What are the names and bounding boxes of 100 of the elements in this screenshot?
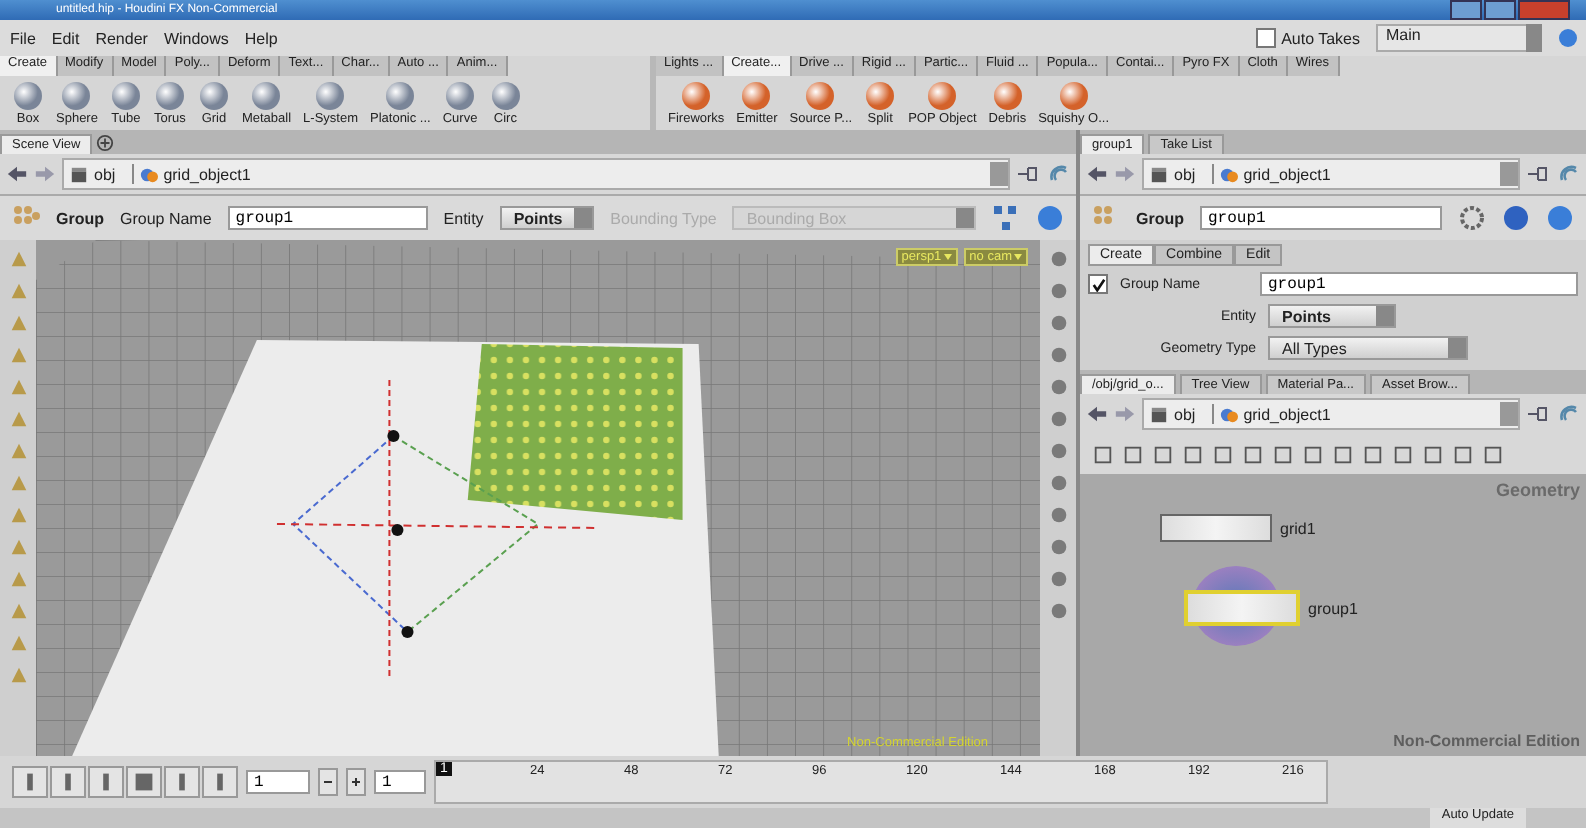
pin-icon[interactable] bbox=[1526, 404, 1550, 424]
path-field[interactable]: obj grid_object1 bbox=[1142, 398, 1520, 430]
toolbar-icon[interactable] bbox=[1302, 443, 1324, 465]
tool-icon[interactable] bbox=[1047, 440, 1069, 462]
tool-icon[interactable] bbox=[7, 408, 29, 430]
toolbar-icon[interactable] bbox=[1182, 443, 1204, 465]
node-name-field[interactable]: group1 bbox=[1200, 206, 1442, 230]
increment-button[interactable] bbox=[346, 768, 366, 796]
menu-item[interactable]: File bbox=[10, 29, 36, 47]
decrement-button[interactable] bbox=[318, 768, 338, 796]
info-icon[interactable] bbox=[1502, 204, 1530, 232]
playback-button[interactable] bbox=[164, 766, 200, 798]
toolbar-icon[interactable] bbox=[1452, 443, 1474, 465]
help-icon[interactable] bbox=[1546, 204, 1574, 232]
ball-icon bbox=[991, 80, 1024, 112]
tool-icon[interactable] bbox=[1047, 568, 1069, 590]
tool-icon[interactable] bbox=[7, 504, 29, 526]
group-name-field[interactable]: group1 bbox=[227, 206, 428, 230]
entity-dropdown[interactable]: Points bbox=[1268, 304, 1396, 328]
take-field[interactable]: Main bbox=[1376, 24, 1528, 52]
toolbar-icon[interactable] bbox=[1272, 443, 1294, 465]
group-name-checkbox[interactable] bbox=[1088, 274, 1108, 294]
back-arrow-icon[interactable] bbox=[6, 164, 28, 184]
tool-icon[interactable] bbox=[1047, 600, 1069, 622]
path-field[interactable]: obj grid_object1 bbox=[62, 158, 1010, 190]
toolbar-icon[interactable] bbox=[1422, 443, 1444, 465]
toolbar-icon[interactable] bbox=[1482, 443, 1504, 465]
tool-icon[interactable] bbox=[7, 376, 29, 398]
network-node[interactable] bbox=[1160, 514, 1272, 542]
back-arrow-icon[interactable] bbox=[1086, 404, 1108, 424]
entity-dropdown[interactable]: Points bbox=[499, 206, 595, 230]
toolbar-icon[interactable] bbox=[1212, 443, 1234, 465]
tool-icon[interactable] bbox=[7, 600, 29, 622]
tool-name: Group bbox=[56, 209, 104, 227]
hierarchy-icon[interactable] bbox=[992, 204, 1020, 232]
tool-icon[interactable] bbox=[1047, 280, 1069, 302]
gear-icon[interactable] bbox=[1458, 204, 1486, 232]
help-icon[interactable] bbox=[1558, 28, 1578, 48]
tool-icon[interactable] bbox=[7, 568, 29, 590]
tool-icon[interactable] bbox=[1047, 536, 1069, 558]
group-name-field[interactable]: group1 bbox=[1260, 272, 1578, 296]
auto-takes-checkbox[interactable]: Auto Takes bbox=[1255, 28, 1360, 48]
tool-icon[interactable] bbox=[7, 440, 29, 462]
menu-item[interactable]: Render bbox=[95, 29, 148, 47]
tool-icon[interactable] bbox=[1047, 248, 1069, 270]
path-node[interactable]: grid_object1 bbox=[163, 165, 251, 183]
tool-icon[interactable] bbox=[7, 312, 29, 334]
toolbar-icon[interactable] bbox=[1362, 443, 1384, 465]
menu-item[interactable]: Edit bbox=[51, 29, 80, 47]
start-frame-field[interactable]: 1 bbox=[374, 770, 426, 794]
tool-icon[interactable] bbox=[7, 248, 29, 270]
toolbar-icon[interactable] bbox=[1392, 443, 1414, 465]
close-button[interactable] bbox=[1518, 0, 1570, 20]
entity-label: Entity bbox=[443, 209, 484, 227]
tool-icon[interactable] bbox=[1047, 312, 1069, 334]
playback-button[interactable] bbox=[126, 766, 162, 798]
clapboard-icon bbox=[1150, 405, 1168, 423]
tool-icon[interactable] bbox=[7, 472, 29, 494]
help-icon[interactable] bbox=[1036, 204, 1064, 232]
maximize-button[interactable] bbox=[1484, 0, 1516, 20]
playback-button[interactable] bbox=[202, 766, 238, 798]
toolbar-icon[interactable] bbox=[1152, 443, 1174, 465]
path-root[interactable]: obj bbox=[1174, 165, 1196, 183]
toolbar-icon[interactable] bbox=[1242, 443, 1264, 465]
add-tab-icon[interactable] bbox=[96, 133, 115, 151]
playback-button[interactable] bbox=[88, 766, 124, 798]
menu-item[interactable]: Windows bbox=[163, 29, 229, 47]
tool-icon[interactable] bbox=[7, 664, 29, 686]
back-arrow-icon[interactable] bbox=[1086, 164, 1108, 184]
path-field[interactable]: obj grid_object1 bbox=[1142, 158, 1520, 190]
menu-item[interactable]: Help bbox=[244, 29, 278, 47]
geometry-type-dropdown[interactable]: All Types bbox=[1268, 336, 1468, 360]
pin-icon[interactable] bbox=[1526, 164, 1550, 184]
playback-button[interactable] bbox=[50, 766, 86, 798]
ball-icon bbox=[197, 80, 230, 112]
tool-icon[interactable] bbox=[1047, 472, 1069, 494]
ball-icon bbox=[804, 80, 837, 112]
tool-icon[interactable] bbox=[1047, 344, 1069, 366]
link-icon[interactable] bbox=[1046, 164, 1070, 184]
tool-icon[interactable] bbox=[7, 344, 29, 366]
toolbar-icon[interactable] bbox=[1122, 443, 1144, 465]
link-icon[interactable] bbox=[1556, 164, 1580, 184]
tool-icon[interactable] bbox=[1047, 376, 1069, 398]
toolbar-icon[interactable] bbox=[1092, 443, 1114, 465]
tool-icon[interactable] bbox=[7, 536, 29, 558]
tool-icon[interactable] bbox=[7, 280, 29, 302]
tool-icon[interactable] bbox=[7, 632, 29, 654]
tool-icon[interactable] bbox=[1047, 408, 1069, 430]
toolbar-icon[interactable] bbox=[1332, 443, 1354, 465]
link-icon[interactable] bbox=[1556, 404, 1580, 424]
path-root[interactable]: obj bbox=[1174, 405, 1196, 423]
path-node[interactable]: grid_object1 bbox=[1243, 405, 1331, 423]
path-node[interactable]: grid_object1 bbox=[1243, 165, 1331, 183]
path-root[interactable]: obj bbox=[94, 165, 116, 183]
tool-icon[interactable] bbox=[1047, 504, 1069, 526]
pin-icon[interactable] bbox=[1016, 164, 1040, 184]
minimize-button[interactable] bbox=[1450, 0, 1482, 20]
ball-icon bbox=[153, 80, 186, 112]
frame-field[interactable]: 1 bbox=[246, 770, 310, 794]
playback-button[interactable] bbox=[12, 766, 48, 798]
